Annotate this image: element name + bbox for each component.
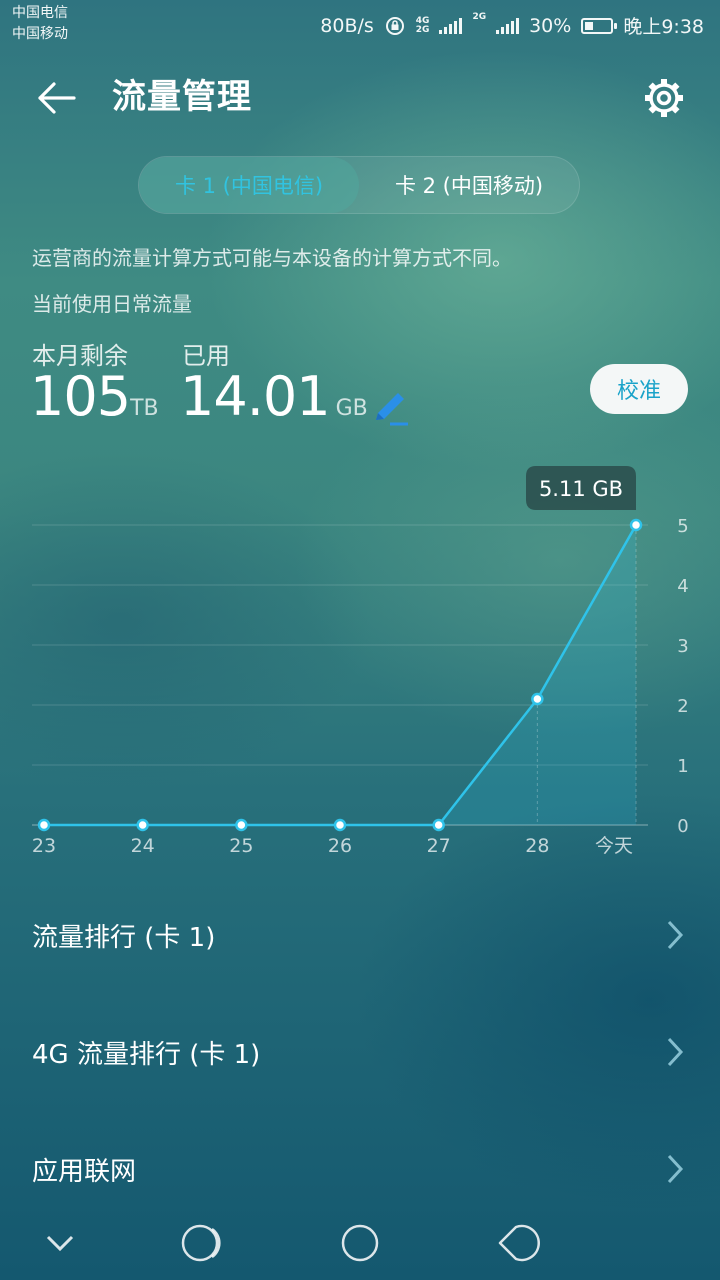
list-item-label: 4G 流量排行 (卡 1) — [32, 1039, 261, 1070]
carrier-notice: 运营商的流量计算方式可能与本设备的计算方式不同。 — [32, 246, 512, 270]
data-point — [333, 818, 347, 832]
signal-1-icon — [439, 17, 463, 34]
y-tick-label: 4 — [677, 576, 688, 597]
list-item-traffic-ranking[interactable]: 流量排行 (卡 1) — [0, 880, 720, 990]
remaining-unit: TB — [130, 396, 159, 421]
chevron-right-icon — [667, 1154, 684, 1184]
data-point — [531, 692, 544, 706]
network-type-2: 2G — [472, 12, 487, 22]
list-item-label: 流量排行 (卡 1) — [32, 922, 216, 953]
signal-2-icon — [496, 17, 520, 34]
remaining-value: 105 — [30, 365, 131, 428]
usage-mode-label: 当前使用日常流量 — [32, 292, 192, 316]
usage-chart: 01234523 24 25 26 27 28 今天5.11 GB — [32, 466, 689, 857]
x-tick-label: 27 — [427, 835, 451, 857]
navigation-bar — [46, 1224, 540, 1262]
used-value-group: 14.01 GB — [180, 362, 368, 444]
x-tick-label: 23 — [32, 835, 56, 857]
series-area — [44, 525, 637, 825]
data-point — [136, 818, 149, 832]
status-bar-right: 80B/s 4G 2G 2G 30% 晚上9:38 — [320, 12, 704, 39]
data-point — [432, 818, 445, 832]
tab-sim-2[interactable]: 卡 2 (中国移动) — [359, 157, 579, 213]
used-value: 14.01 — [180, 365, 331, 428]
edit-pencil-icon[interactable] — [370, 388, 412, 430]
battery-icon — [581, 17, 618, 34]
y-tick-label: 5 — [677, 516, 688, 537]
battery-percent: 30% — [529, 14, 572, 37]
carrier-1: 中国电信 — [12, 5, 68, 21]
back-arrow-icon[interactable] — [34, 76, 78, 120]
network-speed: 80B/s — [320, 14, 374, 37]
carrier-2: 中国移动 — [12, 26, 68, 42]
data-point — [629, 518, 643, 532]
list-item-label: 应用联网 — [32, 1156, 137, 1187]
data-point — [235, 818, 248, 832]
hide-nav-chevron-icon[interactable] — [46, 1235, 74, 1252]
network-type-1: 4G 2G — [415, 15, 430, 35]
x-tick-label: 今天 — [595, 835, 633, 857]
clock: 晚上9:38 — [623, 16, 704, 38]
list-item-app-network[interactable]: 应用联网 — [0, 1114, 720, 1224]
sim-tab-group: 卡 1 (中国电信) 卡 2 (中国移动) — [138, 156, 580, 214]
y-tick-label: 2 — [677, 696, 688, 717]
x-tick-label: 28 — [525, 835, 549, 857]
remaining-value-group: 105TB — [30, 362, 159, 444]
tab-sim-1[interactable]: 卡 1 (中国电信) — [139, 157, 359, 213]
x-tick-label: 25 — [229, 835, 253, 857]
recents-icon[interactable] — [181, 1224, 221, 1262]
x-tick-label: 26 — [328, 835, 352, 857]
back-nav-icon[interactable] — [498, 1224, 540, 1262]
home-icon[interactable] — [341, 1224, 379, 1262]
rotation-lock-icon — [385, 16, 404, 35]
chevron-right-icon — [667, 920, 684, 950]
data-point — [37, 818, 51, 832]
y-tick-label: 3 — [677, 636, 688, 657]
calibrate-button[interactable]: 校准 — [590, 364, 688, 414]
page-title: 流量管理 — [112, 77, 252, 117]
gear-icon[interactable] — [640, 74, 688, 122]
x-tick-label: 24 — [131, 835, 155, 857]
y-tick-label: 0 — [677, 816, 688, 837]
tooltip-label: 5.11 GB — [539, 477, 623, 501]
y-tick-label: 1 — [677, 756, 688, 777]
used-unit: GB — [335, 396, 368, 421]
list-item-4g-ranking[interactable]: 4G 流量排行 (卡 1) — [0, 997, 720, 1107]
chevron-right-icon — [667, 1037, 684, 1067]
